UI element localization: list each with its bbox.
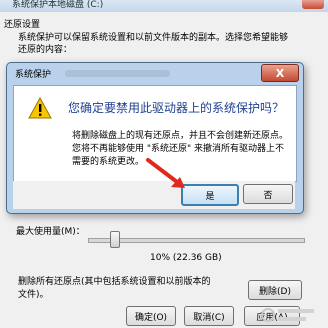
outer-close-button[interactable] [302, 0, 324, 9]
description-line-2: 还原的内容： [18, 45, 73, 55]
dialog-question: 您确定要禁用此驱动器上的系统保护吗？ [68, 101, 285, 115]
dialog-message-line-1: 将删除磁盘上的现有还原点，并且不会创建新还原点。 [72, 131, 289, 141]
dialog-message-line-2: 您将不再能够使用 "系统还原" 来撤消所有驱动器上不 [72, 144, 285, 154]
confirm-dialog: 系统保护 X 您确定要禁用此驱动器上的系统保护吗？ 将删除磁盘上的现有还原点，并… [6, 62, 304, 214]
delete-description: 删除所有还原点(其中包括系统设置和以前版本的 文件)。 [18, 276, 211, 302]
yes-button[interactable]: 是 [181, 184, 239, 206]
dialog-close-button[interactable]: X [261, 64, 299, 82]
no-button[interactable]: 否 [243, 184, 293, 204]
max-usage-slider-thumb[interactable] [110, 231, 120, 248]
dialog-message-line-3: 需要的系统更改。 [72, 157, 145, 167]
watermark-logo-icon [261, 308, 314, 322]
ok-button[interactable]: 确定(O) [126, 306, 176, 326]
max-usage-slider-track[interactable] [88, 238, 305, 243]
dialog-title-blurred-text [65, 70, 170, 77]
delete-description-line-2: 文件)。 [18, 290, 49, 300]
max-usage-label: 最大使用量(M)： [16, 227, 85, 237]
usage-value: 10% (22.36 GB) [150, 253, 222, 263]
restore-settings-label: 还原设置 [4, 20, 41, 30]
warning-icon [28, 97, 52, 119]
delete-description-line-1: 删除所有还原点(其中包括系统设置和以前版本的 [18, 277, 211, 287]
dialog-title: 系统保护 [15, 70, 52, 80]
outer-window-title: 系统保护本地磁盘 (C:) [12, 0, 104, 10]
cancel-button[interactable]: 取消(C) [184, 306, 234, 326]
red-arrow-pointer-icon [146, 158, 185, 188]
outer-window-titlebar: 系统保护本地磁盘 (C:) [0, 0, 328, 12]
delete-button[interactable]: 删除(D) [248, 280, 302, 300]
